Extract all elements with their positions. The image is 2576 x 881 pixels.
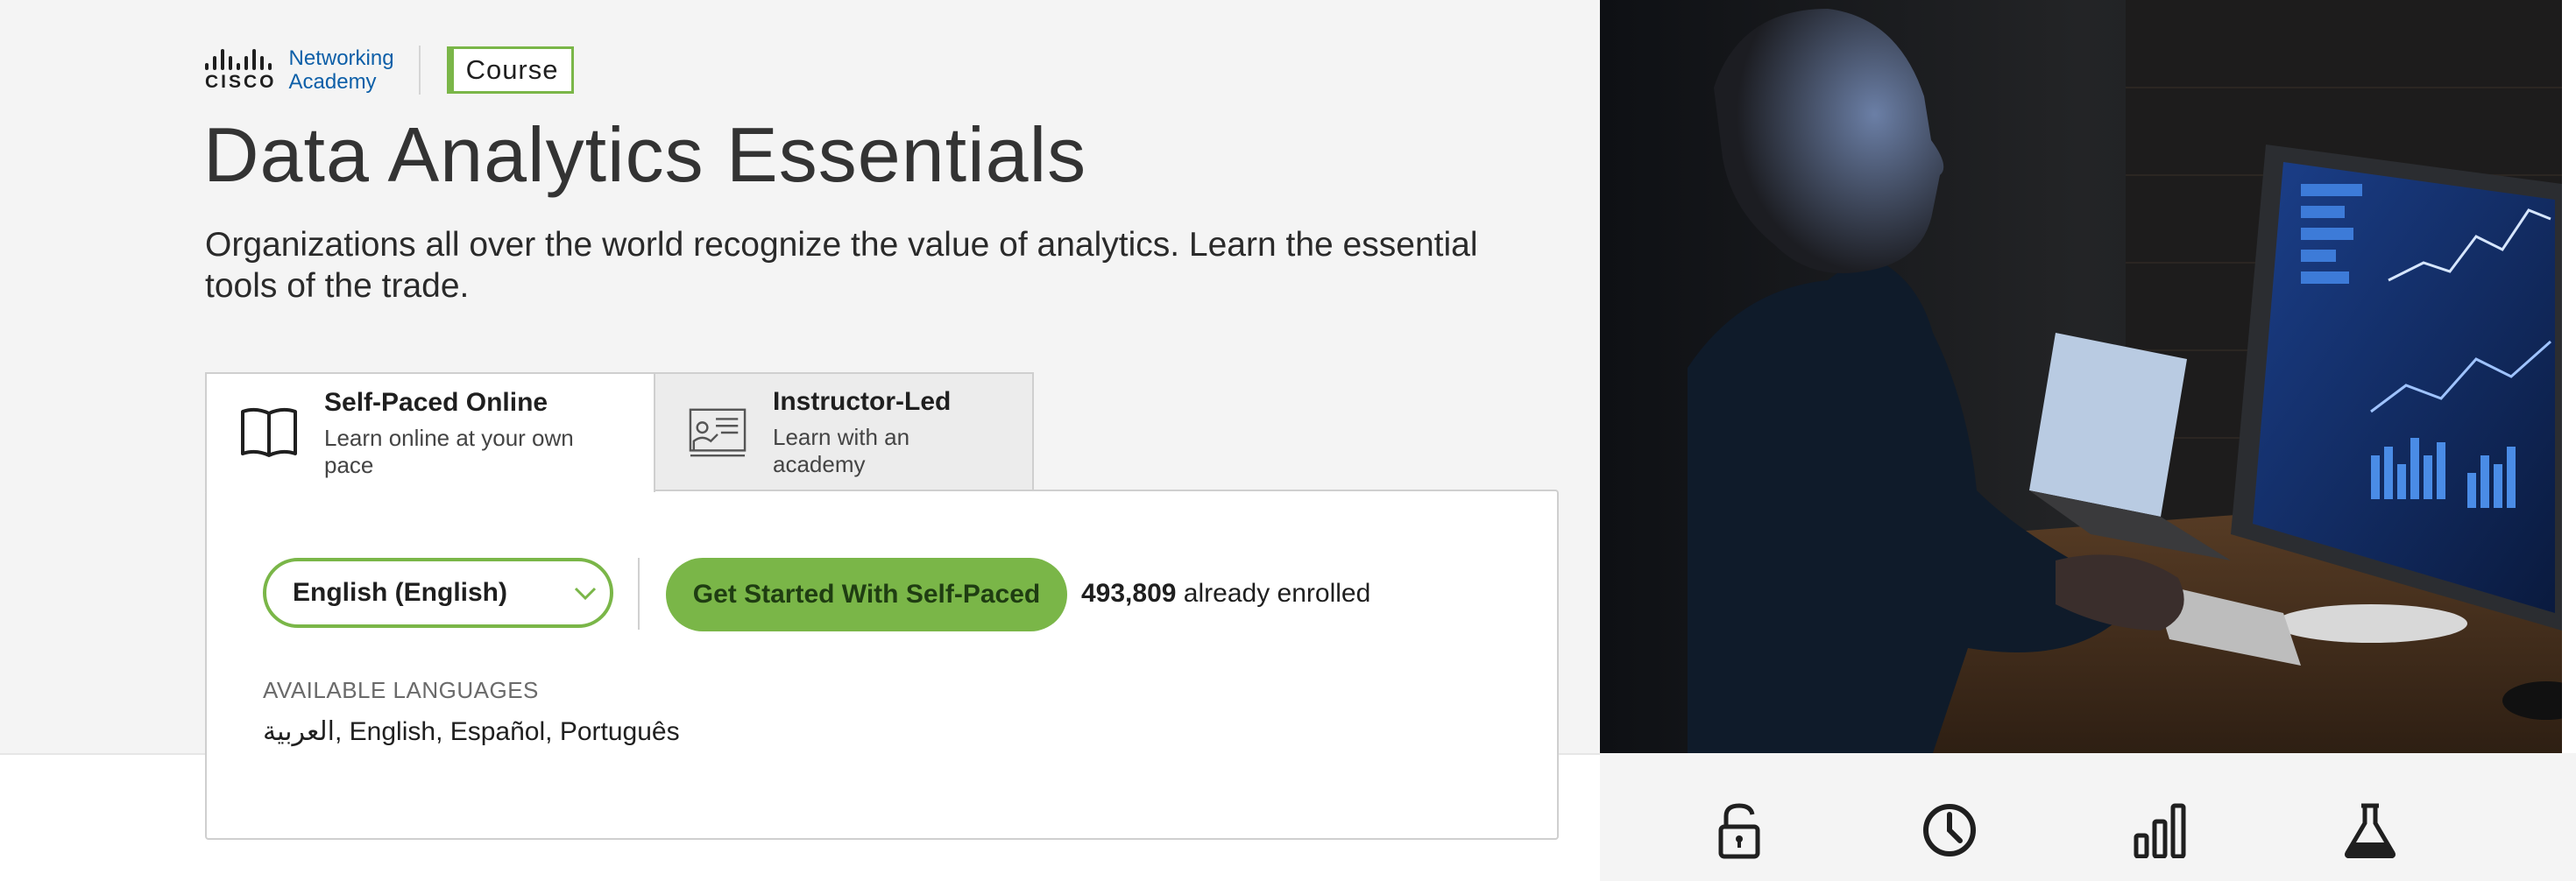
netacad-logo[interactable]: Networking Academy: [289, 46, 394, 94]
enrolled-number: 493,809: [1081, 579, 1177, 608]
page-title: Data Analytics Essentials: [203, 111, 1087, 198]
tab-instructor-led-subtitle: Learn with an academy: [773, 423, 910, 477]
enrolled-count: 493,809 already enrolled: [1081, 579, 1370, 609]
enrolled-suffix: already enrolled: [1183, 579, 1371, 608]
cisco-logo[interactable]: CISCO: [205, 47, 277, 93]
language-select-value: English (English): [293, 578, 507, 607]
unlock-icon: [1700, 802, 1779, 881]
tab-instructor-led[interactable]: Instructor-Led Learn with an academy: [654, 372, 1034, 490]
cisco-wordmark: CISCO: [205, 72, 277, 92]
available-languages-label: AVAILABLE LANGUAGES: [263, 677, 539, 703]
chevron-down-icon: [574, 587, 597, 601]
panel-divider: [638, 558, 640, 630]
delivery-tabs: Self-Paced Online Learn online at your o…: [205, 372, 1034, 492]
flask-icon: [2331, 802, 2410, 881]
hero-photo: [1600, 0, 2562, 753]
brand-divider: [418, 46, 421, 95]
bar-chart-icon: [2120, 802, 2199, 881]
course-description: Organizations all over the world recogni…: [205, 226, 1478, 305]
language-select[interactable]: English (English): [263, 558, 613, 628]
brand-header: CISCO Networking Academy Course: [205, 46, 574, 95]
netacad-line2: Academy: [288, 70, 377, 94]
netacad-line1: Networking: [288, 46, 394, 70]
instructor-icon: [689, 404, 747, 462]
tab-self-paced-subtitle: Learn online at your own pace: [324, 424, 574, 478]
get-started-button[interactable]: Get Started With Self-Paced: [666, 558, 1067, 631]
cisco-bars-icon: [205, 47, 272, 70]
course-badge: Course: [446, 46, 574, 94]
available-languages-list: العربية, English, Español, Português: [263, 717, 680, 746]
tab-self-paced[interactable]: Self-Paced Online Learn online at your o…: [205, 372, 655, 492]
enroll-panel: English (English) Get Started With Self-…: [205, 490, 1559, 840]
tab-instructor-led-title: Instructor-Led: [773, 386, 952, 416]
book-icon: [240, 405, 298, 462]
feature-icons-row: [1600, 753, 2576, 881]
tab-self-paced-title: Self-Paced Online: [324, 387, 548, 417]
clock-icon: [1910, 802, 1989, 881]
